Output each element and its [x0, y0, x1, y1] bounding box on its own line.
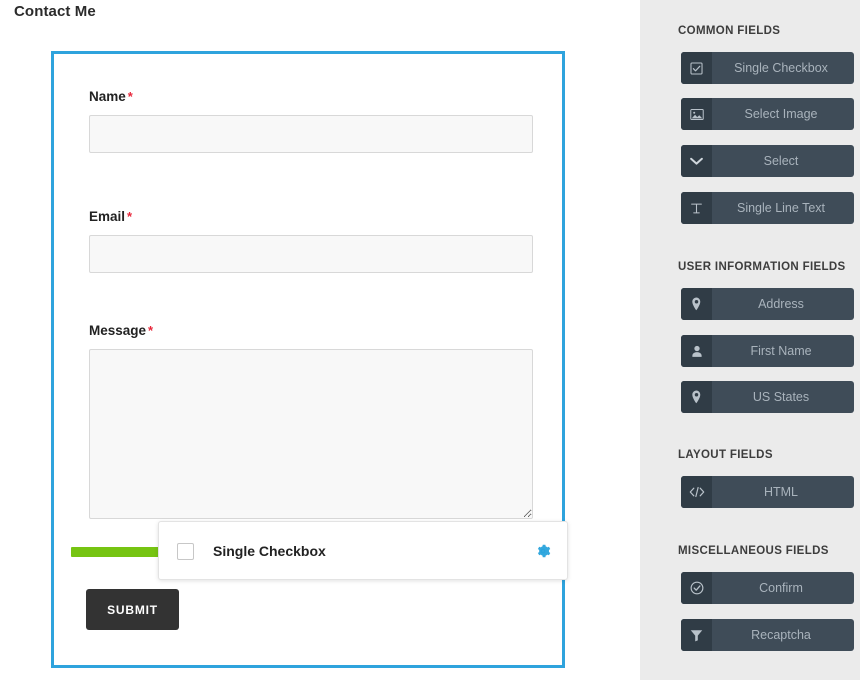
- sidebar-field-label: Select: [763, 154, 799, 168]
- filter-icon: [681, 619, 712, 651]
- gear-icon[interactable]: [535, 543, 551, 559]
- sidebar-field-label: First Name: [750, 344, 812, 358]
- checkbox-icon[interactable]: [177, 542, 194, 560]
- sidebar-field-label: Single Line Text: [736, 201, 826, 215]
- required-asterisk: *: [127, 209, 133, 224]
- sidebar-field-single-line-text[interactable]: Single Line Text: [681, 192, 854, 224]
- form-field-name[interactable]: Name *: [89, 89, 533, 153]
- form-builder-screen: Contact Me Name * Email * Message * SUBM…: [0, 0, 860, 680]
- email-input[interactable]: [89, 235, 533, 273]
- sidebar-section-title-common-fields: COMMON FIELDS: [678, 25, 781, 37]
- form-field-email[interactable]: Email *: [89, 209, 533, 273]
- field-label-message: Message *: [89, 323, 533, 339]
- submit-button[interactable]: SUBMIT: [86, 589, 179, 630]
- user-icon: [681, 335, 712, 367]
- sidebar-field-single-checkbox[interactable]: Single Checkbox: [681, 52, 854, 84]
- sidebar-section-title-miscellaneous-fields: MISCELLANEOUS FIELDS: [678, 545, 829, 557]
- page-title: Contact Me: [14, 3, 96, 20]
- required-asterisk: *: [127, 89, 133, 104]
- form-field-message[interactable]: Message *: [89, 323, 533, 519]
- sidebar-field-us-states[interactable]: US States: [681, 381, 854, 413]
- field-label-email: Email *: [89, 209, 533, 225]
- field-label-message-text: Message: [89, 323, 147, 338]
- sidebar-field-label: HTML: [763, 485, 799, 499]
- drag-preview-card[interactable]: Single Checkbox: [158, 521, 568, 580]
- sidebar-field-recaptcha[interactable]: Recaptcha: [681, 619, 854, 651]
- check-circle-icon: [681, 572, 712, 604]
- field-label-name: Name *: [89, 89, 533, 105]
- sidebar-field-label: Single Checkbox: [734, 61, 828, 75]
- map-pin-icon: [681, 381, 712, 413]
- sidebar-field-label: Confirm: [759, 581, 803, 595]
- sidebar-field-label: Recaptcha: [751, 628, 811, 642]
- sidebar-field-address[interactable]: Address: [681, 288, 854, 320]
- sidebar-field-select-image[interactable]: Select Image: [681, 98, 854, 130]
- sidebar-section-title-layout-fields: LAYOUT FIELDS: [678, 449, 773, 461]
- message-textarea[interactable]: [89, 349, 533, 519]
- code-icon: [681, 476, 712, 508]
- sidebar-field-select[interactable]: Select: [681, 145, 854, 177]
- field-label-name-text: Name: [89, 89, 126, 104]
- image-icon: [681, 98, 712, 130]
- drag-preview-row: Single Checkbox: [159, 536, 567, 566]
- chevron-down-icon: [681, 145, 712, 177]
- text-cursor-icon: [681, 192, 712, 224]
- field-label-email-text: Email: [89, 209, 126, 224]
- name-input[interactable]: [89, 115, 533, 153]
- form-canvas: Contact Me Name * Email * Message * SUBM…: [0, 0, 640, 680]
- sidebar-field-first-name[interactable]: First Name: [681, 335, 854, 367]
- sidebar-field-confirm[interactable]: Confirm: [681, 572, 854, 604]
- sidebar-field-label: Select Image: [744, 107, 818, 121]
- sidebar-field-label: Address: [758, 297, 804, 311]
- drag-preview-label: Single Checkbox: [213, 543, 326, 559]
- sidebar-field-label: US States: [752, 390, 810, 404]
- fields-sidebar: COMMON FIELDS Single Checkbox Select Ima…: [640, 0, 860, 680]
- sidebar-section-title-user-information-fields: USER INFORMATION FIELDS: [678, 261, 846, 273]
- map-pin-icon: [681, 288, 712, 320]
- checkbox-checked-icon: [681, 52, 712, 84]
- sidebar-field-html[interactable]: HTML: [681, 476, 854, 508]
- required-asterisk: *: [148, 323, 154, 338]
